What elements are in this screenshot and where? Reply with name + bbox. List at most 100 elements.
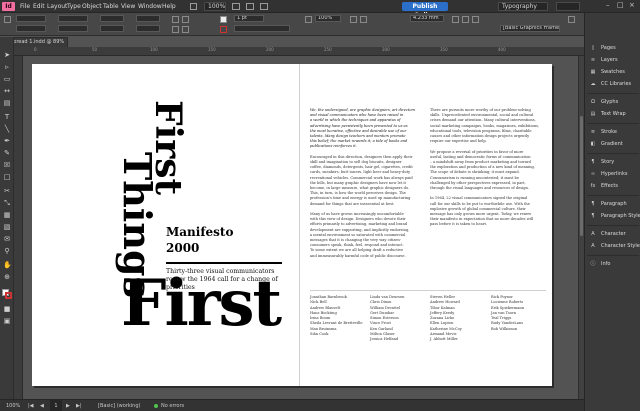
menu-help[interactable]: Help bbox=[162, 0, 176, 13]
y-field[interactable] bbox=[16, 25, 46, 32]
first-page-icon[interactable]: |◀ bbox=[28, 400, 34, 411]
drop-shadow-icon[interactable] bbox=[350, 16, 357, 23]
pen-tool-icon[interactable]: ✒ bbox=[3, 137, 11, 145]
stroke-color-icon[interactable] bbox=[5, 292, 12, 299]
height-field[interactable] bbox=[58, 25, 88, 32]
menu-type[interactable]: Type bbox=[67, 0, 81, 13]
panel-swatches[interactable]: ▦ Swatches bbox=[585, 67, 640, 77]
menu-table[interactable]: Table bbox=[103, 0, 119, 13]
panel-menu-icon[interactable] bbox=[568, 16, 575, 23]
rectangle-frame-tool-icon[interactable]: ☒ bbox=[3, 161, 11, 169]
panel-cc-libraries[interactable]: ☁ CC Libraries bbox=[585, 79, 640, 89]
rotation-field[interactable] bbox=[136, 15, 160, 22]
menu-layout[interactable]: Layout bbox=[47, 0, 67, 13]
object-style-select[interactable]: [Basic Graphics Frame] bbox=[500, 25, 560, 32]
scissors-tool-icon[interactable]: ✂ bbox=[3, 187, 11, 195]
flip-vertical-icon[interactable] bbox=[182, 26, 189, 33]
panel-story[interactable]: ¶ Story bbox=[585, 157, 640, 167]
apply-color-icon[interactable]: ■ bbox=[3, 305, 11, 313]
corner-size-field[interactable]: 4.233 mm bbox=[410, 15, 444, 22]
type-tool-icon[interactable]: T bbox=[3, 113, 11, 121]
panel-effects[interactable]: fx Effects bbox=[585, 181, 640, 191]
prev-page-icon[interactable]: ◀ bbox=[40, 400, 44, 411]
stroke-weight-field[interactable]: 1 pt bbox=[234, 15, 264, 22]
panel-separator bbox=[587, 195, 639, 196]
scroll-thumb[interactable] bbox=[580, 116, 583, 236]
panel-glyphs[interactable]: Ω Glyphs bbox=[585, 97, 640, 107]
note-tool-icon[interactable]: ✉ bbox=[3, 235, 11, 243]
hand-tool-icon[interactable]: ✋ bbox=[3, 261, 12, 269]
panel-layers[interactable]: ≋ Layers bbox=[585, 55, 640, 65]
minimize-icon[interactable]: – bbox=[606, 1, 610, 9]
menu-object[interactable]: Object bbox=[82, 0, 102, 13]
zoom-readout[interactable]: 100% bbox=[6, 400, 20, 411]
last-page-icon[interactable]: ▶| bbox=[76, 400, 82, 411]
gradient-feather-tool-icon[interactable]: ▧ bbox=[3, 223, 11, 231]
close-icon[interactable]: × bbox=[629, 1, 635, 9]
panel-text-wrap[interactable]: ▤ Text Wrap bbox=[585, 109, 640, 119]
page-tool-icon[interactable]: ▭ bbox=[3, 75, 11, 83]
panel-pages[interactable]: ▯ Pages bbox=[585, 43, 640, 53]
panel-label: Stroke bbox=[601, 129, 617, 135]
selection-tool-icon[interactable]: ➤ bbox=[3, 51, 11, 59]
panel-info[interactable]: ⓘ Info bbox=[585, 259, 640, 269]
effects-icon: fx bbox=[590, 183, 596, 189]
zoom-tool-icon[interactable]: ⊕ bbox=[3, 273, 11, 281]
zoom-select[interactable]: 100% bbox=[204, 2, 226, 11]
publish-online-button[interactable]: Publish Online bbox=[402, 2, 448, 19]
document-tab[interactable]: Spread 1.indd @ 89% bbox=[6, 37, 68, 47]
stroke-type-field[interactable] bbox=[234, 25, 290, 32]
scale-x-field[interactable] bbox=[100, 15, 124, 22]
x-field[interactable] bbox=[16, 15, 46, 22]
opacity-field[interactable]: 100% bbox=[315, 15, 341, 22]
gradient-swatch-tool-icon[interactable]: ▦ bbox=[3, 211, 11, 219]
direct-selection-tool-icon[interactable]: ▹ bbox=[3, 63, 11, 71]
effects-fx-icon[interactable] bbox=[360, 16, 367, 23]
next-page-icon[interactable]: ▶ bbox=[66, 400, 70, 411]
pencil-tool-icon[interactable]: ✎ bbox=[3, 149, 11, 157]
gap-tool-icon[interactable]: ↔ bbox=[3, 87, 11, 95]
fitting-icon[interactable] bbox=[452, 16, 459, 23]
screen-mode-tool-icon[interactable]: ▣ bbox=[3, 317, 11, 325]
menu-window[interactable]: Window bbox=[138, 0, 162, 13]
screen-mode-icon[interactable] bbox=[246, 3, 254, 10]
panel-hyperlinks[interactable]: ∞ Hyperlinks bbox=[585, 169, 640, 179]
bridge-icon[interactable] bbox=[190, 3, 197, 10]
opacity-icon[interactable] bbox=[305, 16, 312, 23]
character-icon: A bbox=[591, 231, 595, 237]
fit-content-icon[interactable] bbox=[462, 16, 469, 23]
preflight-profile[interactable]: [Basic] (working) bbox=[98, 400, 140, 411]
panel-stroke[interactable]: ≡ Stroke bbox=[585, 127, 640, 137]
signatory: J. Abbott Miller bbox=[430, 337, 458, 342]
search-field[interactable] bbox=[556, 2, 580, 11]
center-content-icon[interactable] bbox=[472, 16, 479, 23]
shear-field[interactable] bbox=[136, 25, 160, 32]
panel-paragraph[interactable]: ¶ Paragraph bbox=[585, 199, 640, 209]
reference-point-icon[interactable] bbox=[4, 16, 11, 23]
workspace-switcher[interactable]: Typography bbox=[498, 2, 548, 11]
width-field[interactable] bbox=[58, 15, 88, 22]
content-collector-icon[interactable]: ▤ bbox=[3, 99, 11, 107]
maximize-icon[interactable]: □ bbox=[617, 1, 624, 9]
eyedropper-tool-icon[interactable]: ⚲ bbox=[3, 247, 11, 255]
page-number-field[interactable]: 1 bbox=[50, 400, 62, 411]
panel-gradient[interactable]: ◧ Gradient bbox=[585, 139, 640, 149]
scale-y-field[interactable] bbox=[100, 25, 124, 32]
menu-file[interactable]: File bbox=[20, 0, 30, 13]
panel-character-styles[interactable]: A Character Styles bbox=[585, 241, 640, 251]
preflight-errors[interactable]: No errors bbox=[161, 400, 184, 411]
fill-swatch-icon[interactable] bbox=[220, 16, 227, 23]
rotate-cw-icon[interactable] bbox=[172, 16, 179, 23]
stroke-swatch-icon[interactable] bbox=[220, 26, 227, 33]
arrange-documents-icon[interactable] bbox=[260, 3, 268, 10]
menu-view[interactable]: View bbox=[121, 0, 135, 13]
panel-paragraph-styles[interactable]: ¶ Paragraph Styles bbox=[585, 211, 640, 221]
menu-edit[interactable]: Edit bbox=[33, 0, 45, 13]
flip-horizontal-icon[interactable] bbox=[182, 16, 189, 23]
line-tool-icon[interactable]: ╲ bbox=[3, 125, 11, 133]
rectangle-tool-icon[interactable]: □ bbox=[3, 173, 11, 181]
view-options-icon[interactable] bbox=[232, 3, 240, 10]
rotate-ccw-icon[interactable] bbox=[172, 26, 179, 33]
panel-character[interactable]: A Character bbox=[585, 229, 640, 239]
free-transform-tool-icon[interactable]: ⤡ bbox=[3, 199, 11, 207]
